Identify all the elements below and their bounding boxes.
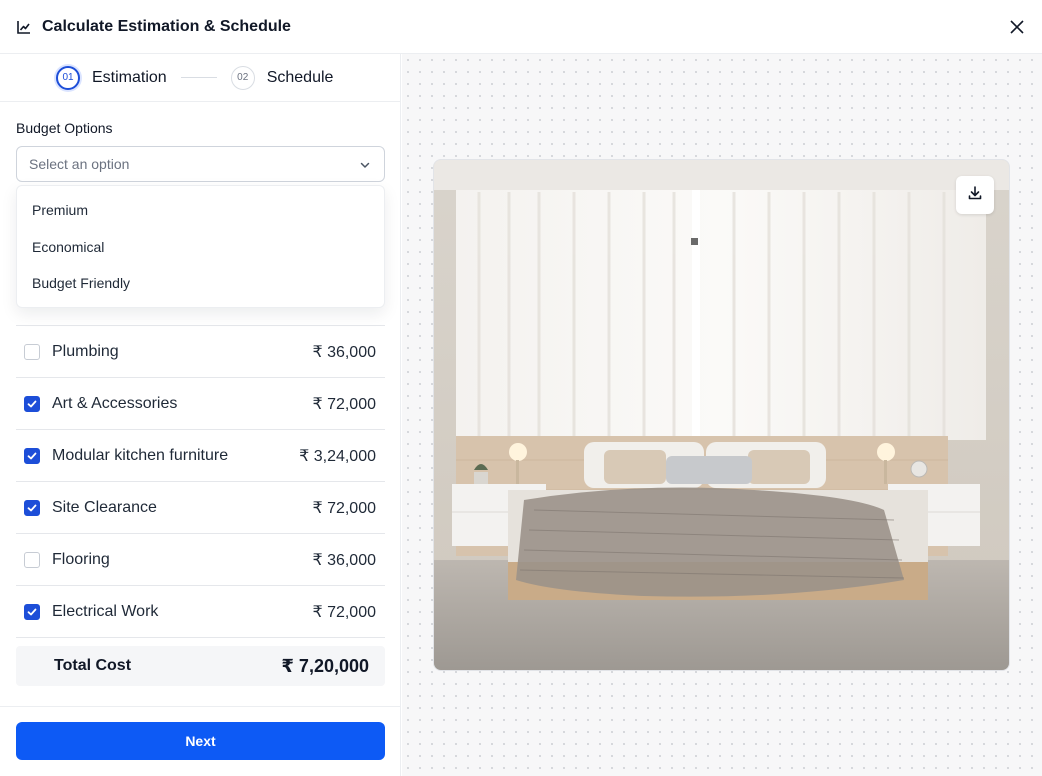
checkbox[interactable] (24, 395, 40, 412)
estimation-panel: 01 Estimation 02 Schedule Budget Options… (0, 54, 401, 776)
cost-item-label: Modular kitchen furniture (52, 446, 229, 464)
room-preview-image (433, 159, 1010, 671)
cost-item-amount: ₹ 36,000 (312, 343, 376, 361)
dropdown-option-economical[interactable]: Economical (17, 229, 384, 266)
total-cost-amount: ₹ 7,20,000 (281, 655, 369, 676)
cost-item-amount: ₹ 72,000 (312, 499, 376, 517)
step-schedule[interactable]: 02 Schedule (230, 65, 334, 90)
checkbox[interactable] (24, 499, 40, 516)
cost-item-amount: ₹ 72,000 (312, 603, 376, 621)
next-button[interactable]: Next (16, 722, 385, 760)
cost-item-row: Modular kitchen furniture ₹ 3,24,000 (16, 430, 385, 482)
preview-panel (402, 54, 1042, 776)
bedroom-render-image (434, 160, 1009, 670)
cost-item-label: Electrical Work (52, 602, 159, 620)
cost-item-amount: ₹ 72,000 (312, 395, 376, 413)
dropdown-option-budget-friendly[interactable]: Budget Friendly (17, 265, 384, 302)
cost-item-label: Plumbing (52, 342, 119, 360)
chevron-down-icon (358, 158, 372, 172)
close-icon[interactable] (1006, 16, 1028, 38)
step-label: Estimation (92, 68, 167, 86)
cost-item-amount: ₹ 36,000 (312, 551, 376, 569)
total-cost-label: Total Cost (54, 657, 132, 674)
step-number: 01 (56, 65, 80, 90)
stepper: 01 Estimation 02 Schedule (0, 54, 400, 102)
checkbox[interactable] (24, 343, 40, 360)
budget-options-label: Budget Options (16, 120, 113, 136)
checkbox[interactable] (24, 603, 40, 620)
budget-options-dropdown: Premium Economical Budget Friendly (16, 185, 385, 308)
chart-line-icon (16, 18, 34, 36)
modal-header: Calculate Estimation & Schedule (0, 0, 1042, 54)
step-number: 02 (230, 65, 255, 90)
download-button[interactable] (956, 176, 994, 214)
download-icon (967, 185, 983, 206)
dropdown-option-premium[interactable]: Premium (17, 192, 384, 229)
step-estimation[interactable]: 01 Estimation (56, 65, 167, 90)
cost-item-row: Flooring ₹ 36,000 (16, 534, 385, 586)
total-cost-bar: Total Cost ₹ 7,20,000 (16, 646, 385, 686)
checkbox[interactable] (24, 447, 40, 464)
select-placeholder: Select an option (29, 156, 130, 172)
checkbox[interactable] (24, 551, 40, 568)
cost-item-row: Plumbing ₹ 36,000 (16, 326, 385, 378)
modal-title: Calculate Estimation & Schedule (42, 17, 291, 35)
step-connector (180, 77, 217, 78)
footer-divider (0, 706, 400, 707)
cost-item-amount: ₹ 3,24,000 (299, 447, 376, 465)
cost-item-label: Flooring (52, 550, 110, 568)
step-label: Schedule (266, 68, 334, 86)
cost-item-label: Art & Accessories (52, 394, 178, 412)
budget-options-select[interactable]: Select an option (16, 146, 385, 182)
cost-item-label: Site Clearance (52, 498, 157, 516)
cost-item-row: Site Clearance ₹ 72,000 (16, 482, 385, 534)
cost-items-list: Plumbing ₹ 36,000 Art & Accessories ₹ 72… (16, 274, 385, 638)
cost-item-row: Art & Accessories ₹ 72,000 (16, 378, 385, 430)
cost-item-row: Electrical Work ₹ 72,000 (16, 586, 385, 638)
